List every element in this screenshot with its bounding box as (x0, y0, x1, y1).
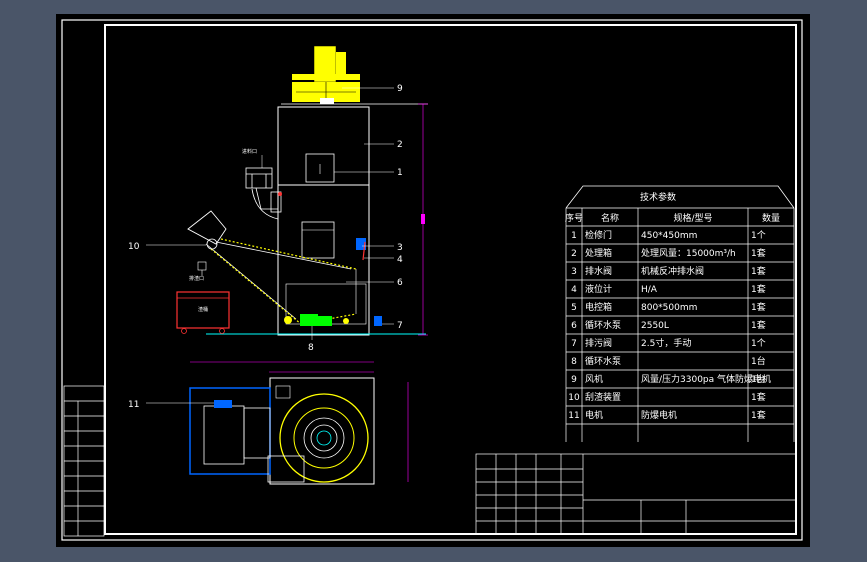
table-cell-name: 排污阀 (585, 337, 612, 349)
table-cell-name: 排水阀 (585, 265, 612, 277)
drawing-canvas: 渣桶 进料口 排渣口 9 2 1 3 4 6 7 8 10 11 技术参数 序号… (61, 19, 803, 541)
level-sensor (278, 192, 282, 196)
internal-tank (301, 221, 335, 259)
cad-drawing-sheet: 渣桶 进料口 排渣口 9 2 1 3 4 6 7 8 10 11 技术参数 序号… (56, 14, 810, 547)
table-cell-index: 6 (571, 321, 577, 331)
table-cell-spec: 800*500mm (641, 303, 697, 313)
table-cell-qty: 1套 (751, 247, 766, 259)
table-cell-name: 循环水泵 (585, 355, 621, 367)
table-cell-name: 刮渣装置 (585, 391, 621, 403)
callout-7: 7 (397, 321, 403, 331)
tower-lower (277, 184, 370, 336)
table-cell-spec: H/A (641, 285, 658, 295)
table-cell-qty: 1台 (751, 355, 766, 367)
callout-8: 8 (308, 343, 314, 353)
callout-2: 2 (397, 140, 403, 150)
table-cell-spec: 防爆电机 (641, 409, 677, 421)
table-cell-index: 8 (571, 357, 577, 367)
table-cell-qty: 1套 (751, 391, 766, 403)
tech-parameter-table: 技术参数 序号 名称 规格/型号 数量 1 检修门 450*450mm 1个 2 处理箱 处理风量：… (565, 185, 795, 442)
table-cell-qty: 1套 (751, 265, 766, 277)
table-cell-qty: 1套 (751, 301, 766, 313)
table-cell-index: 11 (568, 411, 579, 421)
callout-1: 1 (397, 168, 403, 178)
table-cell-index: 9 (571, 375, 577, 385)
slag-bin: 渣桶 (176, 291, 230, 334)
table-cell-name: 处理箱 (585, 247, 612, 259)
inner-frame (104, 24, 797, 535)
table-cell-name: 电机 (585, 409, 603, 421)
machine-plan-view: 11 (128, 361, 409, 485)
table-cell-index: 10 (568, 393, 580, 403)
table-cell-qty: 1套 (751, 319, 766, 331)
table-cell-name: 检修门 (585, 229, 612, 241)
feed-inlet-label: 进料口 (242, 148, 257, 155)
table-cell-spec: 2.5寸，手动 (641, 337, 691, 349)
bin-label: 渣桶 (198, 306, 208, 313)
table-cell-qty: 1台 (751, 373, 766, 385)
table-cell-qty: 1套 (751, 283, 766, 295)
table-cell-name: 循环水泵 (585, 319, 621, 331)
table-cell-spec: 2550L (641, 321, 669, 331)
callout-10: 10 (128, 242, 140, 252)
title-block (475, 453, 797, 535)
callout-leaders (146, 87, 394, 340)
scraper-conveyor (187, 210, 357, 325)
table-cell-index: 1 (571, 231, 577, 241)
table-cell-index: 5 (571, 303, 577, 313)
table-cell-index: 7 (571, 339, 577, 349)
height-dimension (418, 103, 428, 336)
machine-elevation-view: 渣桶 进料口 排渣口 9 2 1 3 4 6 7 8 10 (128, 45, 428, 353)
table-cell-qty: 1个 (751, 230, 766, 241)
callout-6: 6 (397, 278, 403, 288)
table-cell-name: 电控箱 (585, 301, 612, 313)
table-cell-index: 4 (571, 285, 577, 295)
table-cell-qty: 1个 (751, 338, 766, 349)
table-cell-qty: 1套 (751, 409, 766, 421)
table-cell-index: 3 (571, 267, 577, 277)
table-cell-name: 风机 (585, 373, 603, 385)
table-header-cell: 序号 (565, 212, 583, 224)
table-header-cell: 名称 (601, 212, 619, 224)
sewage-valve (374, 316, 382, 326)
callout-4: 4 (397, 255, 403, 265)
callout-3: 3 (397, 243, 403, 253)
table-header-cell: 数量 (762, 212, 780, 224)
table-title: 技术参数 (640, 191, 676, 203)
table-cell-spec: 450*450mm (641, 231, 697, 241)
discharge-label: 排渣口 (189, 275, 204, 282)
left-binding-strip (63, 385, 105, 537)
table-cell-index: 2 (571, 249, 577, 259)
tower-upper (277, 106, 370, 186)
table-cell-name: 液位计 (585, 283, 612, 295)
callout-9: 9 (397, 84, 403, 94)
intake-duct (245, 167, 282, 220)
fan-motor (281, 45, 428, 105)
table-cell-spec: 处理风量：15000m³/h (641, 247, 736, 259)
callout-11: 11 (128, 400, 139, 410)
table-cell-spec: 机械反冲排水阀 (641, 265, 704, 277)
table-header-cell: 规格/型号 (673, 212, 712, 224)
